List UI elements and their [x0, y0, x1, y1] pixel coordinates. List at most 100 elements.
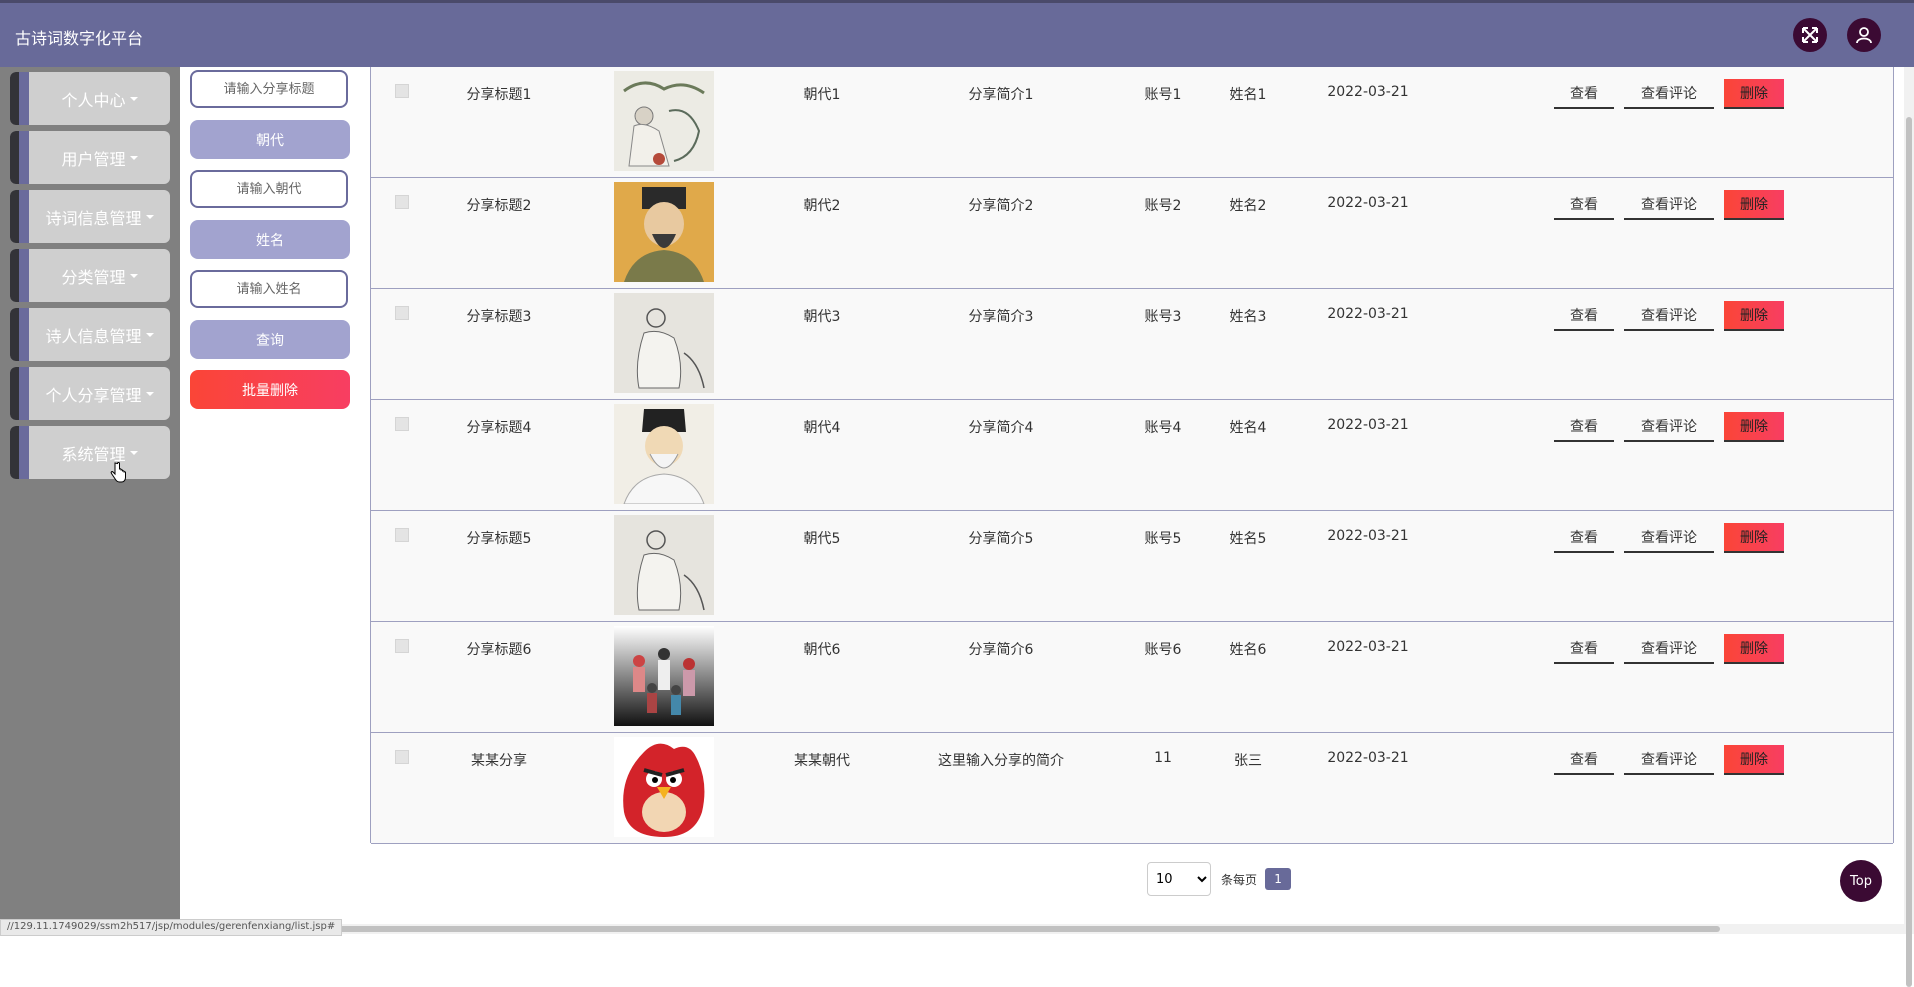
sidebar-accent — [19, 72, 29, 125]
sidebar-item-label: 诗人信息管理 — [45, 326, 142, 346]
sidebar-accent — [19, 131, 29, 184]
sidebar-item-wrap: 个人中心 — [29, 72, 170, 125]
sidebar-item-wrap: 个人分享管理 — [29, 367, 170, 420]
sidebar-item-label: 个人分享管理 — [45, 385, 142, 405]
delete-button[interactable]: 删除 — [1724, 79, 1784, 109]
view-button[interactable]: 查看 — [1554, 301, 1614, 331]
cell-title: 分享标题2 — [466, 198, 532, 214]
table-row: 分享标题1 朝代1 分享简介1 账号1 姓名1 2022-03-21 查看 查看… — [371, 67, 1893, 178]
view-comments-button[interactable]: 查看评论 — [1624, 412, 1714, 442]
delete-button[interactable]: 删除 — [1724, 190, 1784, 220]
cell-dynasty: 朝代3 — [803, 309, 841, 325]
sidebar-item-wrap: 系统管理 — [29, 426, 170, 479]
status-url: //129.11.1749029/ssm2h517/jsp/modules/ge… — [0, 919, 343, 936]
row-checkbox[interactable] — [395, 306, 409, 320]
fullscreen-button[interactable] — [1793, 18, 1827, 52]
view-button[interactable]: 查看 — [1554, 745, 1614, 775]
delete-button[interactable]: 删除 — [1724, 301, 1784, 331]
sidebar-accent — [19, 367, 29, 420]
thumbnail-image — [614, 404, 714, 504]
view-button[interactable]: 查看 — [1554, 634, 1614, 664]
dynasty-label-button[interactable]: 朝代 — [190, 120, 350, 159]
table-row: 分享标题6 朝代6 分享简介6 账号6 姓名6 2022-03-21 查看 查看… — [371, 622, 1893, 733]
view-button[interactable]: 查看 — [1554, 190, 1614, 220]
cell-name: 姓名4 — [1229, 420, 1267, 436]
view-comments-button[interactable]: 查看评论 — [1624, 79, 1714, 109]
page-number-button[interactable]: 1 — [1265, 868, 1292, 890]
cell-account: 账号3 — [1144, 309, 1182, 325]
sidebar-accent — [19, 308, 29, 361]
cell-date: 2022-03-21 — [1327, 528, 1409, 544]
row-checkbox[interactable] — [395, 195, 409, 209]
row-checkbox[interactable] — [395, 528, 409, 542]
delete-button[interactable]: 删除 — [1724, 634, 1784, 664]
batch-delete-button[interactable]: 批量删除 — [190, 370, 350, 409]
sidebar-item-wrap: 分类管理 — [29, 249, 170, 302]
sidebar-item-wrap: 用户管理 — [29, 131, 170, 184]
share-table: 分享标题1 朝代1 分享简介1 账号1 姓名1 2022-03-21 查看 查看… — [370, 67, 1894, 844]
sidebar-accent — [19, 249, 29, 302]
row-checkbox[interactable] — [395, 84, 409, 98]
app-title: 古诗词数字化平台 — [15, 29, 144, 48]
cell-dynasty: 朝代1 — [803, 87, 841, 103]
sidebar-accent — [19, 190, 29, 243]
pagination: 10 条每页 1 — [1147, 862, 1292, 896]
sidebar-item-share-management[interactable]: 个人分享管理 — [10, 367, 170, 420]
cell-title: 分享标题6 — [466, 642, 532, 658]
sidebar-accent — [19, 426, 29, 479]
caret-down-icon — [129, 155, 138, 160]
table-row: 分享标题4 朝代4 分享简介4 账号4 姓名4 2022-03-21 查看 查看… — [371, 400, 1893, 511]
cell-intro: 分享简介2 — [968, 198, 1034, 214]
view-comments-button[interactable]: 查看评论 — [1624, 190, 1714, 220]
thumbnail-image — [614, 626, 714, 726]
row-checkbox[interactable] — [395, 417, 409, 431]
search-button[interactable]: 查询 — [190, 320, 350, 359]
delete-button[interactable]: 删除 — [1724, 523, 1784, 553]
sidebar-item-label: 诗词信息管理 — [45, 208, 142, 228]
sidebar-item-personal-center[interactable]: 个人中心 — [10, 72, 170, 125]
name-label-button[interactable]: 姓名 — [190, 220, 350, 259]
sidebar-item-poet-management[interactable]: 诗人信息管理 — [10, 308, 170, 361]
cell-title: 分享标题3 — [466, 309, 532, 325]
view-comments-button[interactable]: 查看评论 — [1624, 523, 1714, 553]
delete-button[interactable]: 删除 — [1724, 412, 1784, 442]
cell-account: 11 — [1154, 750, 1172, 766]
cell-dynasty: 朝代6 — [803, 642, 841, 658]
sidebar-item-user-management[interactable]: 用户管理 — [10, 131, 170, 184]
view-comments-button[interactable]: 查看评论 — [1624, 301, 1714, 331]
sidebar-item-system-management[interactable]: 系统管理 — [10, 426, 170, 479]
cell-account: 账号1 — [1144, 87, 1182, 103]
view-comments-button[interactable]: 查看评论 — [1624, 634, 1714, 664]
cell-intro: 分享简介4 — [968, 420, 1034, 436]
sidebar-accent — [10, 426, 19, 479]
name-input[interactable] — [190, 270, 348, 308]
view-button[interactable]: 查看 — [1554, 523, 1614, 553]
table-row: 分享标题5 朝代5 分享简介5 账号5 姓名5 2022-03-21 查看 查看… — [371, 511, 1893, 622]
vertical-scrollbar[interactable] — [1904, 67, 1914, 987]
back-to-top-button[interactable]: Top — [1840, 860, 1882, 902]
scrollbar-thumb[interactable] — [1906, 117, 1912, 987]
sidebar-item-label: 个人中心 — [61, 90, 126, 110]
view-button[interactable]: 查看 — [1554, 412, 1614, 442]
table-row: 分享标题2 朝代2 分享简介2 账号2 姓名2 2022-03-21 查看 查看… — [371, 178, 1893, 289]
scrollbar-thumb[interactable] — [180, 926, 1720, 932]
view-button[interactable]: 查看 — [1554, 79, 1614, 109]
delete-button[interactable]: 删除 — [1724, 745, 1784, 775]
sidebar-item-poetry-management[interactable]: 诗词信息管理 — [10, 190, 170, 243]
sidebar-item-category-management[interactable]: 分类管理 — [10, 249, 170, 302]
cell-dynasty: 朝代2 — [803, 198, 841, 214]
table-row: 分享标题3 朝代3 分享简介3 账号3 姓名3 2022-03-21 查看 查看… — [371, 289, 1893, 400]
cell-dynasty: 某某朝代 — [794, 753, 850, 769]
row-checkbox[interactable] — [395, 639, 409, 653]
view-comments-button[interactable]: 查看评论 — [1624, 745, 1714, 775]
share-title-input[interactable] — [190, 70, 348, 108]
cell-date: 2022-03-21 — [1327, 639, 1409, 655]
sidebar-accent — [10, 131, 19, 184]
page-size-select[interactable]: 10 — [1147, 862, 1211, 896]
sidebar-item-label: 用户管理 — [61, 149, 126, 169]
row-checkbox[interactable] — [395, 750, 409, 764]
sidebar-accent — [10, 367, 19, 420]
cell-intro: 分享简介3 — [968, 309, 1034, 325]
dynasty-input[interactable] — [190, 170, 348, 208]
user-button[interactable] — [1847, 18, 1881, 52]
